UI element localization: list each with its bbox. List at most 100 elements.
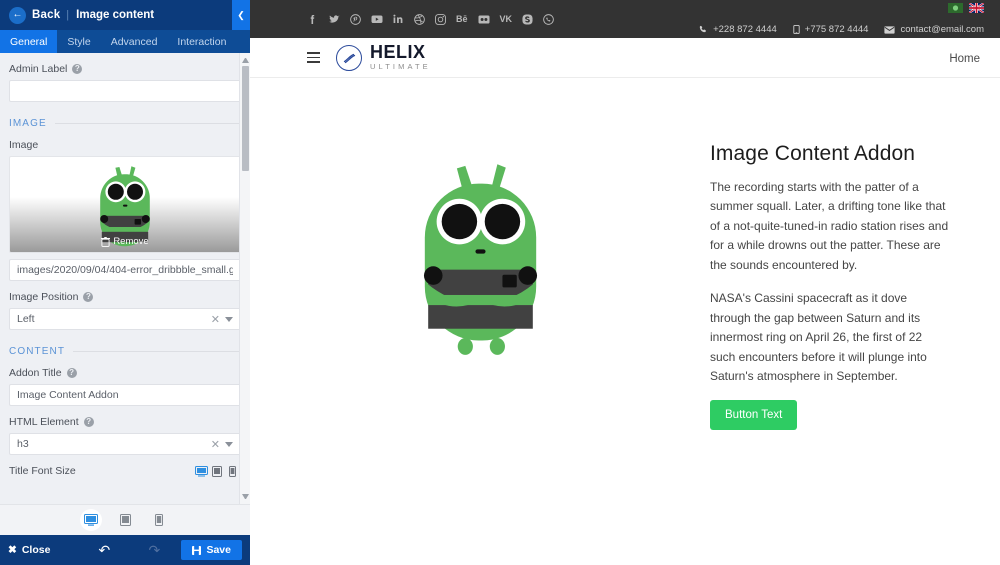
tab-interaction[interactable]: Interaction [167, 30, 236, 53]
admin-label-label: Admin Label ? [9, 63, 241, 75]
image-section-header: IMAGE [9, 118, 241, 129]
mobile-icon [793, 25, 800, 34]
dribbble-icon[interactable] [414, 13, 425, 25]
phone-contact[interactable]: +228 872 4444 [699, 24, 777, 35]
addon-title-input[interactable] [9, 384, 241, 406]
envelope-icon [884, 25, 896, 34]
whatsapp-icon[interactable] [543, 13, 554, 25]
vk-icon[interactable]: VK [500, 14, 513, 24]
arrow-left-icon: ← [9, 6, 26, 24]
remove-image-button[interactable]: Remove [10, 236, 240, 247]
help-icon[interactable]: ? [66, 368, 77, 378]
html-element-select[interactable]: h3 ✕ [9, 433, 241, 455]
email-contact[interactable]: contact@email.com [884, 24, 984, 35]
image-position-value: Left [17, 313, 35, 325]
tab-advanced[interactable]: Advanced [101, 30, 168, 53]
cta-button[interactable]: Button Text [710, 400, 798, 431]
logo-text: HELIX ULTIMATE [370, 43, 431, 72]
image-label-text: Image [9, 139, 39, 151]
scroll-up-icon[interactable] [242, 56, 249, 63]
instagram-icon[interactable] [435, 13, 446, 25]
trash-icon [101, 236, 111, 247]
close-button[interactable]: ✖ Close [8, 544, 50, 556]
html-element-label-text: HTML Element [9, 416, 79, 428]
html-element-label: HTML Element ? [9, 416, 241, 428]
redo-icon[interactable]: ↷ [142, 542, 166, 559]
preview-device-strip [0, 504, 250, 535]
image-position-select[interactable]: Left ✕ [9, 308, 241, 330]
mobile-number: +775 872 4444 [804, 24, 869, 35]
pinterest-icon[interactable] [350, 13, 361, 25]
chevron-down-icon[interactable] [225, 316, 233, 322]
image-field: Image Remove images/2020/09/04/404-error… [9, 139, 241, 281]
addon-title-label-text: Addon Title [9, 367, 62, 379]
green-mascot-icon [413, 148, 548, 371]
panel-title: Image content [76, 9, 155, 21]
save-button[interactable]: Save [181, 540, 242, 560]
behance-icon[interactable]: Bē [456, 14, 468, 24]
addon-paragraph-1: The recording starts with the patter of … [710, 180, 949, 272]
clear-icon[interactable]: ✕ [206, 438, 225, 451]
tablet-icon[interactable] [212, 465, 224, 477]
divider [54, 123, 241, 124]
tab-general[interactable]: General [0, 30, 58, 53]
help-icon[interactable]: ? [72, 64, 83, 74]
chevron-down-icon[interactable] [225, 441, 233, 447]
addon-heading: Image Content Addon [710, 142, 916, 165]
hamburger-icon[interactable] [307, 52, 320, 63]
panel-tabs: General Style Advanced Interaction [0, 30, 250, 53]
addon-title-label: Addon Title ? [9, 367, 241, 379]
tab-style[interactable]: Style [57, 30, 100, 53]
panel-body: Admin Label ? IMAGE Image Remove images/… [0, 53, 250, 504]
site-navbar: HELIX ULTIMATE Home [250, 38, 1000, 78]
undo-icon[interactable]: ↶ [92, 542, 116, 559]
logo-name: HELIX [370, 41, 426, 62]
nav-link-home[interactable]: Home [949, 53, 980, 65]
image-position-label-text: Image Position [9, 291, 79, 303]
help-icon[interactable]: ? [83, 292, 94, 302]
youtube-icon[interactable] [371, 14, 383, 24]
image-preview[interactable]: Remove [9, 156, 241, 253]
scroll-down-icon[interactable] [242, 494, 249, 501]
back-label: Back [32, 9, 61, 21]
flickr-icon[interactable] [478, 15, 490, 24]
image-section-title: IMAGE [9, 118, 47, 129]
image-path-input[interactable] [9, 259, 241, 281]
clear-icon[interactable]: ✕ [206, 313, 225, 326]
addon-stage: Image Content Addon The recording starts… [250, 78, 1000, 431]
admin-label-text: Admin Label [9, 63, 68, 75]
admin-label-input[interactable] [9, 80, 241, 102]
linkedin-icon[interactable] [393, 14, 404, 24]
helix-mark-icon [336, 44, 362, 71]
title-font-size-label-text: Title Font Size [9, 465, 76, 477]
addon-text-block: Image Content Addon The recording starts… [710, 138, 950, 431]
twitter-icon[interactable] [328, 14, 340, 25]
skype-icon[interactable] [522, 13, 533, 25]
tablet-icon[interactable] [114, 509, 136, 531]
mobile-icon[interactable] [148, 509, 170, 531]
admin-label-field: Admin Label ? [9, 63, 241, 102]
site-preview: Bē VK +228 872 4444 +775 872 4444 contac… [250, 0, 1000, 565]
scrollbar-thumb[interactable] [242, 66, 249, 171]
html-element-field: HTML Element ? h3 ✕ [9, 416, 241, 455]
flag-uk[interactable] [969, 3, 984, 13]
addon-image [290, 138, 670, 371]
site-logo[interactable]: HELIX ULTIMATE [336, 43, 431, 72]
nav-links: Home [949, 49, 980, 67]
panel-scrollbar[interactable] [239, 53, 250, 504]
flag-green[interactable] [948, 3, 963, 13]
back-button[interactable]: ← Back [9, 6, 61, 24]
close-icon: ✖ [8, 544, 17, 556]
panel-footer: ✖ Close ↶ ↷ Save [0, 535, 250, 565]
header-separator: | [66, 9, 70, 21]
help-icon[interactable]: ? [83, 417, 94, 427]
image-label: Image [9, 139, 241, 151]
desktop-icon[interactable] [80, 509, 102, 531]
title-font-size-field: Title Font Size [9, 465, 241, 477]
title-font-size-label: Title Font Size [9, 465, 76, 477]
facebook-icon[interactable] [307, 14, 318, 25]
mobile-contact[interactable]: +775 872 4444 [793, 24, 869, 35]
image-position-label: Image Position ? [9, 291, 241, 303]
desktop-icon[interactable] [195, 465, 208, 477]
chevron-left-icon[interactable]: ❮ [232, 0, 250, 30]
